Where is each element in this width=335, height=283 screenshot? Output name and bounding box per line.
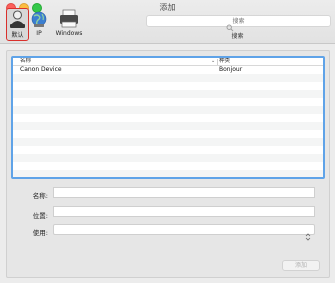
empty-row xyxy=(13,82,323,90)
column-header-name[interactable]: 名称 xyxy=(20,58,31,65)
name-field[interactable] xyxy=(53,187,315,198)
printer-kind-cell: Bonjour xyxy=(219,66,243,73)
printer-list-header: 名称 ⌄ 种类 xyxy=(13,58,323,66)
table-row[interactable]: Canon Device Bonjour xyxy=(13,66,323,74)
default-printer-icon xyxy=(7,9,28,29)
use-select[interactable] xyxy=(53,224,315,241)
search-caption: 搜索 xyxy=(231,33,244,40)
search-icon xyxy=(226,17,234,32)
use-label: 使用: xyxy=(32,229,48,237)
updown-chevron-icon xyxy=(305,226,311,241)
search-field[interactable] xyxy=(146,15,331,32)
name-label: 名称: xyxy=(32,192,48,200)
empty-row xyxy=(13,162,323,170)
default-tool-button[interactable]: 默认 xyxy=(6,8,29,41)
empty-row xyxy=(13,154,323,162)
default-tool-label: 默认 xyxy=(11,32,24,39)
empty-row xyxy=(13,146,323,154)
printer-list[interactable]: 名称 ⌄ 种类 Canon Device Bonjour xyxy=(11,56,325,179)
empty-row xyxy=(13,106,323,114)
window-title: 添加 xyxy=(159,3,176,12)
column-divider xyxy=(217,59,218,65)
ip-globe-icon xyxy=(30,9,48,29)
location-field[interactable] xyxy=(53,206,315,217)
empty-row xyxy=(13,74,323,82)
sort-chevron-icon: ⌄ xyxy=(211,58,216,64)
empty-row xyxy=(13,114,323,122)
windows-tool-button[interactable]: Windows xyxy=(53,9,85,41)
add-button[interactable]: 添加 xyxy=(282,260,320,271)
empty-row xyxy=(13,138,323,146)
ip-tool-button[interactable]: IP xyxy=(30,9,48,41)
ip-tool-label: IP xyxy=(36,30,42,37)
search-input[interactable] xyxy=(147,16,330,26)
windows-printer-icon xyxy=(53,9,85,29)
location-label: 位置: xyxy=(32,212,48,220)
empty-row xyxy=(13,90,323,98)
toolbar: 添加 默认 IP Windows 搜索 搜索 xyxy=(0,0,335,44)
windows-tool-label: Windows xyxy=(55,30,83,37)
add-printer-window: 添加 默认 IP Windows 搜索 搜索 名称 ⌄ 种类 Canon Dev… xyxy=(0,0,335,283)
empty-row xyxy=(13,98,323,106)
printer-name-cell: Canon Device xyxy=(20,66,62,73)
column-header-kind[interactable]: 种类 xyxy=(219,58,230,65)
empty-row xyxy=(13,130,323,138)
empty-row xyxy=(13,170,323,177)
empty-row xyxy=(13,122,323,130)
